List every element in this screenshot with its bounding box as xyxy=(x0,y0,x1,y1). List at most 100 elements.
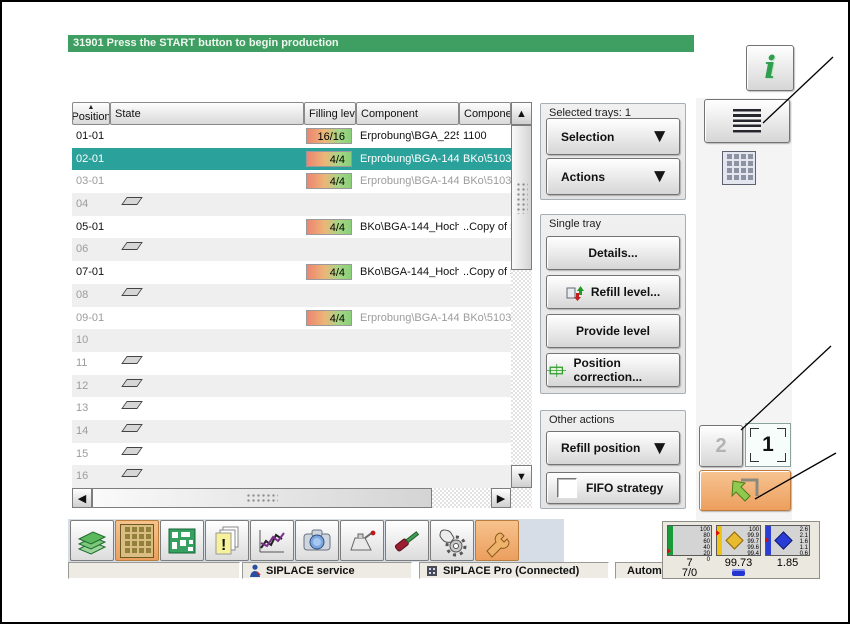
tray-row[interactable]: 12 xyxy=(72,374,511,398)
service-button[interactable] xyxy=(475,520,519,561)
cell-filling-level: 4/4 xyxy=(304,170,356,193)
position-correction-button[interactable]: Position correction... xyxy=(546,353,680,387)
cell-filling-level: 4/4 xyxy=(304,148,356,171)
cell-component: BKo\BGA-144_Hoch xyxy=(360,266,459,279)
cell-component: BKo\BGA-144_Hoch xyxy=(360,220,459,233)
manual-operation-button[interactable] xyxy=(430,520,474,561)
column-header-filling-level[interactable]: Filling level xyxy=(304,102,356,125)
tray-row[interactable]: 09-01 4/4 Erprobung\BGA-144_3 BKo\5103 xyxy=(72,306,511,330)
actions-dropdown[interactable]: Actions ▼ xyxy=(546,158,680,195)
cell-component-2 xyxy=(459,284,511,307)
cell-position: 14 xyxy=(76,424,89,437)
cell-state xyxy=(110,148,304,171)
cell-component-2: BKo\5103 xyxy=(463,152,511,165)
tray-row[interactable]: 13 xyxy=(72,397,511,420)
chevron-down-icon: ▼ xyxy=(650,166,669,187)
info-button[interactable]: i xyxy=(746,45,794,91)
vertical-scrollbar-track[interactable] xyxy=(511,270,532,465)
back-button[interactable] xyxy=(699,470,791,511)
cell-filling-level xyxy=(304,193,356,216)
gauge-marker xyxy=(765,537,769,543)
tray-stack-button[interactable] xyxy=(70,520,114,561)
cell-component-2 xyxy=(459,329,511,352)
statistics-button[interactable] xyxy=(250,520,294,561)
refill-position-dropdown[interactable]: Refill position ▼ xyxy=(546,431,680,465)
tray-row[interactable]: 15 xyxy=(72,442,511,466)
provide-level-button[interactable]: Provide level xyxy=(546,314,680,348)
empty-tray-icon xyxy=(121,197,143,206)
filling-level-badge: 4/4 xyxy=(306,264,352,281)
tray-row[interactable]: 10 xyxy=(72,329,511,352)
status-segment-mode: T Automatic xyxy=(615,562,664,579)
siplace-station-window: 31901 Press the START button to begin pr… xyxy=(0,0,850,624)
page-2-button[interactable]: 2 xyxy=(699,425,743,467)
tray-row[interactable]: 08 xyxy=(72,283,511,307)
cell-filling-level xyxy=(304,375,356,398)
statistics-icon xyxy=(259,529,285,552)
column-header-component-2[interactable]: Component xyxy=(459,102,511,125)
scroll-up-button[interactable]: ▲ xyxy=(511,102,532,125)
cell-component xyxy=(356,375,459,398)
cell-component-2 xyxy=(459,465,511,488)
scroll-right-button[interactable]: ▶ xyxy=(491,488,511,508)
tray-table-button[interactable] xyxy=(115,520,159,561)
tray-row[interactable]: 02-01 4/4 Erprobung\BGA-144_1 BKo\5103 xyxy=(72,147,511,171)
scroll-down-button[interactable]: ▼ xyxy=(511,465,532,488)
tray-row[interactable]: 06 xyxy=(72,238,511,262)
status-segment-user: SIPLACE service xyxy=(242,562,412,579)
tray-row[interactable]: 04 xyxy=(72,193,511,216)
fifo-strategy-label: FIFO strategy xyxy=(586,481,664,495)
cell-state xyxy=(110,261,304,284)
maintenance-button[interactable] xyxy=(340,520,384,561)
page-1-button[interactable]: 1 xyxy=(745,423,791,467)
cell-position: 05-01 xyxy=(76,220,105,233)
pcb-view-button[interactable] xyxy=(160,520,204,561)
refill-level-button[interactable]: Refill level... xyxy=(546,275,680,309)
horizontal-scrollbar-track[interactable] xyxy=(432,488,491,508)
cell-state xyxy=(110,329,304,352)
server-icon xyxy=(427,566,437,576)
cell-component-2 xyxy=(459,375,511,398)
setup-button[interactable] xyxy=(385,520,429,561)
cell-filling-level: 16/16 xyxy=(304,125,356,148)
tray-row[interactable]: 16 xyxy=(72,465,511,488)
fifo-checkbox[interactable] xyxy=(557,478,577,498)
tray-row[interactable]: 07-01 4/4 BKo\BGA-144_Hoch ..Copy of 51 xyxy=(72,261,511,284)
cell-component-2: ..Copy of 51 xyxy=(463,220,511,233)
selection-dropdown[interactable]: Selection ▼ xyxy=(546,118,680,155)
list-view-icon xyxy=(733,109,761,133)
cell-position: 12 xyxy=(76,379,89,392)
tray-row[interactable]: 14 xyxy=(72,419,511,443)
tray-row[interactable]: 03-01 4/4 Erprobung\BGA-144_2 BKo\5103 xyxy=(72,170,511,194)
tray-row[interactable]: 11 xyxy=(72,351,511,375)
cell-component xyxy=(356,465,459,488)
error-log-button[interactable]: ! xyxy=(205,520,249,561)
cell-component-2: 1100 xyxy=(463,130,487,142)
scroll-left-button[interactable]: ◀ xyxy=(72,488,92,508)
vertical-scrollbar-thumb[interactable] xyxy=(511,125,532,270)
selection-dropdown-label: Selection xyxy=(561,129,615,144)
fifo-strategy-button[interactable]: FIFO strategy xyxy=(546,472,680,504)
tray-row[interactable]: 01-01 16/16 Erprobung\BGA_225 1100 xyxy=(72,125,511,148)
list-view-button[interactable] xyxy=(704,99,790,143)
empty-tray-icon xyxy=(121,401,143,410)
tray-view-icon xyxy=(722,151,756,185)
cell-position: 13 xyxy=(76,402,89,415)
details-button[interactable]: Details... xyxy=(546,236,680,270)
cell-component: Erprobung\BGA_225 xyxy=(360,130,459,142)
horizontal-scrollbar-thumb[interactable] xyxy=(92,488,432,508)
empty-tray-icon xyxy=(121,446,143,455)
cell-position: 15 xyxy=(76,447,89,460)
tray-row[interactable]: 05-01 4/4 BKo\BGA-144_Hoch ..Copy of 51 xyxy=(72,215,511,239)
column-header-component[interactable]: Component xyxy=(356,102,459,125)
empty-tray-icon xyxy=(121,378,143,387)
tray-view-tab[interactable] xyxy=(722,151,756,189)
cell-component xyxy=(356,238,459,261)
vision-camera-button[interactable] xyxy=(295,520,339,561)
filling-level-badge: 4/4 xyxy=(306,173,352,190)
column-header-state[interactable]: State xyxy=(110,102,304,125)
column-header-position[interactable]: ▲ Position xyxy=(72,102,110,125)
status-segment-connection: SIPLACE Pro (Connected) xyxy=(419,562,609,579)
filling-level-badge: 16/16 xyxy=(306,128,352,144)
cell-component xyxy=(356,420,459,443)
